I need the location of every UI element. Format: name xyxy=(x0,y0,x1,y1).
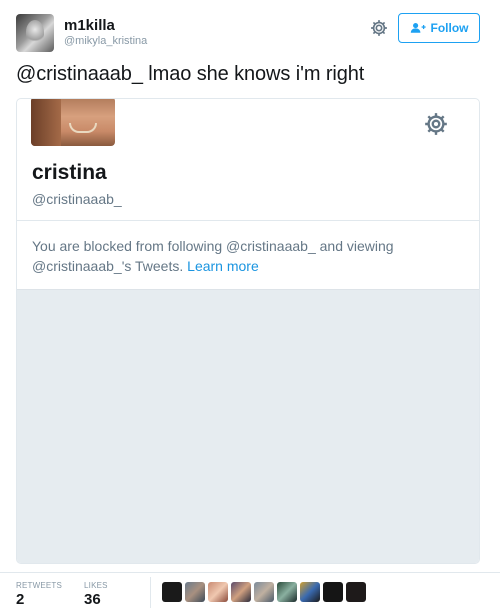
likes-count[interactable]: 36 xyxy=(84,591,101,608)
follow-button-label: Follow xyxy=(430,21,469,35)
follow-button[interactable]: Follow xyxy=(398,13,480,43)
retweets-label: RETWEETS xyxy=(16,581,63,590)
divider xyxy=(17,220,479,221)
profile-name: cristina xyxy=(32,161,107,184)
embedded-profile-card: cristina @cristinaaab_ You are blocked f… xyxy=(16,98,480,564)
profile-avatar[interactable] xyxy=(31,99,115,146)
profile-handle: @cristinaaab_ xyxy=(32,191,122,207)
liker-avatar[interactable] xyxy=(300,582,320,602)
stats-divider xyxy=(150,577,151,608)
add-user-icon xyxy=(410,23,426,33)
liker-avatar[interactable] xyxy=(185,582,205,602)
liker-avatar[interactable] xyxy=(162,582,182,602)
tweet-text: @cristinaaab_ lmao she knows i'm right xyxy=(16,63,365,85)
author-display-name[interactable]: m1killa xyxy=(64,17,115,34)
tweet-header: m1killa @mikyla_kristina Follow xyxy=(0,0,500,60)
liker-avatar[interactable] xyxy=(323,582,343,602)
learn-more-link[interactable]: Learn more xyxy=(187,258,259,274)
author-avatar[interactable] xyxy=(16,14,54,52)
liker-avatar[interactable] xyxy=(346,582,366,602)
tweet-stats: RETWEETS 2 LIKES 36 xyxy=(0,572,500,608)
liker-avatar[interactable] xyxy=(208,582,228,602)
likes-label: LIKES xyxy=(84,581,108,590)
liker-avatar[interactable] xyxy=(277,582,297,602)
liker-avatar[interactable] xyxy=(254,582,274,602)
retweets-count[interactable]: 2 xyxy=(16,591,24,608)
blocked-message: You are blocked from following @cristina… xyxy=(32,236,462,276)
liker-avatars xyxy=(162,582,366,602)
liker-avatar[interactable] xyxy=(231,582,251,602)
empty-timeline-panel xyxy=(17,289,479,563)
gear-icon[interactable] xyxy=(369,18,389,38)
author-handle[interactable]: @mikyla_kristina xyxy=(64,35,147,47)
gear-icon[interactable] xyxy=(423,111,449,137)
